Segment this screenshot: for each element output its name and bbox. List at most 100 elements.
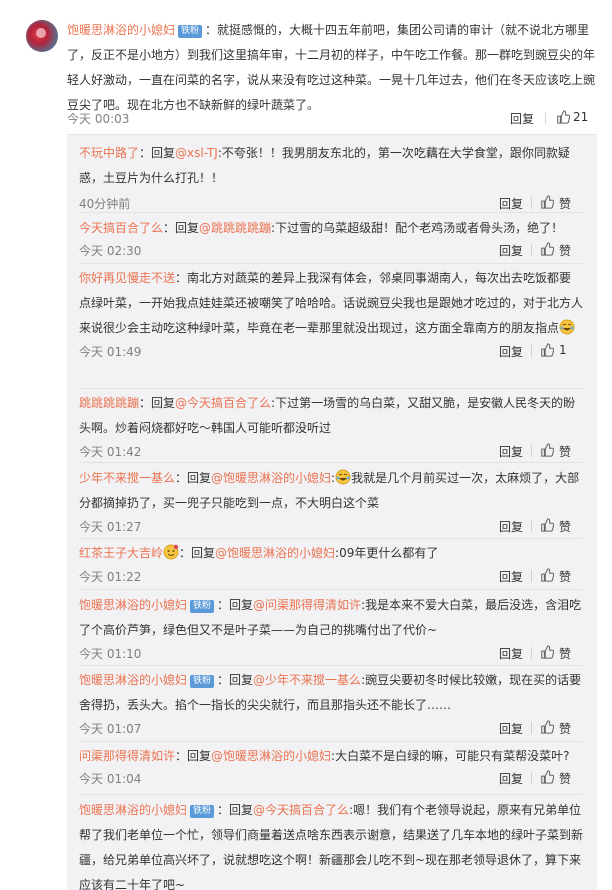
reply-button[interactable]: 回复 [499, 568, 523, 585]
reply-prefix: ：回复 [217, 803, 254, 817]
like-button[interactable] [540, 443, 554, 460]
reply-meta: 今天 01:07 回复 赞 [79, 720, 583, 738]
divider [79, 794, 583, 795]
divider [531, 520, 532, 532]
reply-body: 红茶王子大吉岭 ：回复@饱暖思淋浴的小媳妇:09年更什么都有了 [79, 541, 583, 566]
reply-text: :大白菜不是白绿的嘛，可能只有菜帮没菜叶? [331, 749, 570, 763]
reply-item: 饱暖思淋浴的小媳妇 铁粉 ：回复@问渠那得得清如许:我是本来不爱大白菜，最后没选，含… [79, 593, 583, 663]
reply-prefix: ：回复 [175, 749, 212, 763]
fan-badge[interactable]: 铁粉 [178, 25, 203, 38]
reply-time: 今天 01:27 [79, 520, 142, 534]
thumbs-up-icon [541, 770, 554, 784]
reply-button[interactable]: 回复 [499, 195, 523, 212]
reply-body: 今天搞百合了么：回复@跳跳跳跳蹦:下过雪的乌菜超级甜！配个老鸡汤或者骨头汤，绝了… [79, 216, 583, 241]
like-button[interactable] [540, 568, 554, 585]
reply-meta: 今天 01:49 回复 1 [79, 343, 583, 361]
divider [531, 345, 532, 357]
reply-time: 今天 01:49 [79, 345, 142, 359]
reply-meta: 今天 01:42 回复 赞 [79, 443, 583, 461]
reply-username[interactable]: 少年不来搅一基么 [79, 471, 175, 485]
divider [79, 263, 583, 264]
like-label[interactable]: 赞 [559, 195, 571, 212]
mention-link[interactable]: @饱暖思淋浴的小媳妇 [215, 546, 335, 560]
like-label[interactable]: 赞 [559, 645, 571, 662]
like-button[interactable] [540, 195, 554, 212]
reply-button[interactable]: 回复 [499, 645, 523, 662]
reply-prefix: ：回复 [217, 673, 254, 687]
reply-prefix: ：回复 [139, 146, 176, 160]
fan-badge[interactable]: 铁粉 [190, 805, 215, 818]
reply-username[interactable]: 饱暖思淋浴的小媳妇 [79, 673, 187, 687]
reply-item: 饱暖思淋浴的小媳妇 铁粉 ：回复@今天搞百合了么:嗯！我们有个老领导说起，原来有兄弟… [79, 798, 583, 890]
like-label[interactable]: 赞 [559, 568, 571, 585]
like-button[interactable] [540, 518, 554, 535]
reply-item: 红茶王子大吉岭 ：回复@饱暖思淋浴的小媳妇:09年更什么都有了 今天 01:22 … [79, 541, 583, 586]
reply-username[interactable]: 你好再见慢走不送 [79, 271, 175, 285]
reply-meta: 今天 01:27 回复 赞 [79, 518, 583, 536]
divider [531, 570, 532, 582]
mention-link[interactable]: @今天搞百合了么 [253, 803, 349, 817]
like-label[interactable]: 赞 [559, 518, 571, 535]
divider [79, 388, 583, 389]
reply-username[interactable]: 跳跳跳跳蹦 [79, 396, 139, 410]
reply-body: 饱暖思淋浴的小媳妇 铁粉 ：回复@少年不来搅一基么:豌豆尖要初冬时候比较嫩，现在买的… [79, 668, 583, 718]
reply-username[interactable]: 饱暖思淋浴的小媳妇 [79, 598, 187, 612]
mention-link[interactable]: @跳跳跳跳蹦 [199, 221, 271, 235]
like-count: 21 [573, 110, 589, 124]
reply-time: 40分钟前 [79, 197, 131, 211]
like-button[interactable] [540, 770, 554, 787]
thumbs-up-icon [541, 443, 554, 457]
reply-button[interactable]: 回复 [510, 110, 534, 127]
reply-body: 你好再见慢走不送：南北方对蔬菜的差异上我深有体会，邻桌同事湖南人，每次出去吃饭都… [79, 266, 583, 341]
avatar[interactable] [26, 20, 58, 52]
thumbs-up-icon [541, 518, 554, 532]
mention-link[interactable]: @今天搞百合了么 [175, 396, 271, 410]
reply-button[interactable]: 回复 [499, 443, 523, 460]
reply-body: 饱暖思淋浴的小媳妇 铁粉 ：回复@问渠那得得清如许:我是本来不爱大白菜，最后没选，含… [79, 593, 583, 643]
comment-username[interactable]: 饱暖思淋浴的小媳妇 [67, 23, 175, 37]
like-label[interactable]: 赞 [559, 242, 571, 259]
reply-body: 少年不来搅一基么：回复@饱暖思淋浴的小媳妇: 我就是几个月前买过一次，太麻烦了，大… [79, 469, 580, 510]
reply-prefix: ：回复 [139, 396, 176, 410]
like-button[interactable] [540, 645, 554, 662]
reply-button[interactable]: 回复 [499, 720, 523, 737]
divider [531, 772, 532, 784]
reply-username[interactable]: 今天搞百合了么 [79, 221, 163, 235]
mention-link[interactable]: @饱暖思淋浴的小媳妇 [211, 749, 331, 763]
reply-button[interactable]: 回复 [499, 242, 523, 259]
mention-link[interactable]: @xsl-TJ [175, 146, 218, 160]
reply-username[interactable]: 饱暖思淋浴的小媳妇 [79, 803, 187, 817]
reply-button[interactable]: 回复 [499, 518, 523, 535]
divider [531, 445, 532, 457]
mention-link[interactable]: @少年不来搅一基么 [253, 673, 361, 687]
like-button[interactable] [540, 343, 554, 360]
reply-meta: 今天 01:04 回复 赞 [79, 770, 583, 788]
fan-badge[interactable]: 铁粉 [190, 675, 215, 688]
reply-username[interactable]: 不玩中路了 [79, 146, 139, 160]
divider [79, 589, 583, 590]
like-button[interactable] [556, 110, 570, 127]
reply-prefix: ：回复 [163, 221, 200, 235]
reply-item: 饱暖思淋浴的小媳妇 铁粉 ：回复@少年不来搅一基么:豌豆尖要初冬时候比较嫩，现在买的… [79, 668, 583, 738]
mention-link[interactable]: @饱暖思淋浴的小媳妇 [211, 471, 331, 485]
reply-item: 跳跳跳跳蹦：回复@今天搞百合了么:下过第一场雪的乌白菜，又甜又脆，是安徽人民冬天… [79, 391, 583, 461]
divider [531, 722, 532, 734]
reply-username[interactable]: 问渠那得得清如许 [79, 749, 175, 763]
like-button[interactable] [540, 720, 554, 737]
reply-time: 今天 01:22 [79, 570, 142, 584]
reply-time: 今天 01:10 [79, 647, 142, 661]
reply-username[interactable]: 红茶王子大吉岭 [79, 546, 163, 560]
reply-prefix: ：回复 [217, 598, 254, 612]
like-label[interactable]: 赞 [559, 443, 571, 460]
reply-button[interactable]: 回复 [499, 343, 523, 360]
thumbs-up-icon [541, 645, 554, 659]
like-button[interactable] [540, 242, 554, 259]
reply-meta: 今天 02:30 回复 赞 [79, 242, 583, 260]
like-label[interactable]: 赞 [559, 720, 571, 737]
thumbs-up-icon [541, 720, 554, 734]
fan-badge[interactable]: 铁粉 [190, 600, 215, 613]
mention-link[interactable]: @问渠那得得清如许 [253, 598, 361, 612]
reply-button[interactable]: 回复 [499, 770, 523, 787]
reply-item: 少年不来搅一基么：回复@饱暖思淋浴的小媳妇: 我就是几个月前买过一次，太麻烦了，大… [79, 466, 583, 536]
like-label[interactable]: 赞 [559, 770, 571, 787]
